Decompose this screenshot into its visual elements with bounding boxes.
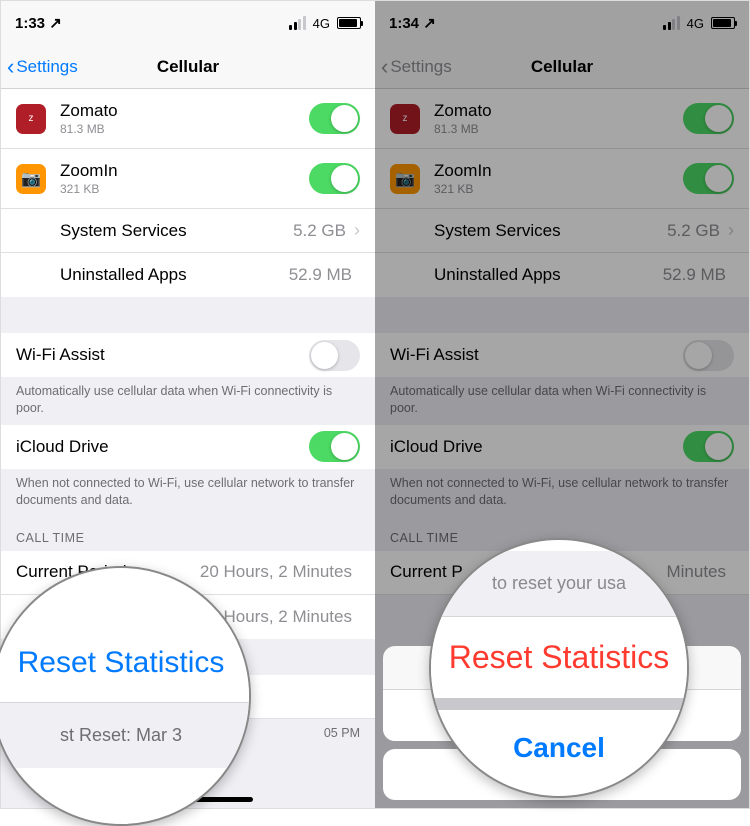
app-icon-zomato: z [390, 104, 420, 134]
nav-bar: ‹ Settings Cellular [1, 45, 375, 89]
row-uninstalled-apps: Uninstalled Apps 52.9 MB [375, 253, 749, 297]
app-row-zoomin[interactable]: 📷 ZoomIn 321 KB [1, 149, 375, 209]
status-right: 4G [663, 16, 735, 31]
row-label: Wi-Fi Assist [16, 345, 309, 365]
back-label: Settings [390, 57, 451, 77]
row-value: 5.2 GB [667, 221, 720, 241]
status-time: 1:33 ↗ [15, 14, 62, 32]
toggle-wifi-assist [683, 340, 734, 371]
app-row-zoomin: 📷 ZoomIn 321 KB [375, 149, 749, 209]
app-name: ZoomIn [60, 161, 309, 181]
row-value: 52.9 MB [663, 265, 726, 285]
back-button: ‹ Settings [381, 54, 452, 80]
app-name: Zomato [60, 101, 309, 121]
app-name: Zomato [434, 101, 683, 121]
mag-reset-label: Reset Statistics [0, 624, 249, 703]
row-label: System Services [434, 221, 667, 241]
row-system-services[interactable]: System Services 5.2 GB › [1, 209, 375, 253]
network-label: 4G [687, 16, 704, 31]
toggle-zoomin [683, 163, 734, 194]
nav-bar: ‹ Settings Cellular [375, 45, 749, 89]
chevron-right-icon: › [728, 220, 734, 241]
toggle-icloud-drive [683, 431, 734, 462]
chevron-right-icon: › [354, 220, 360, 241]
row-wifi-assist[interactable]: Wi-Fi Assist [1, 333, 375, 377]
row-value: 20 Hours, 2 Minutes [200, 562, 352, 582]
toggle-icloud-drive[interactable] [309, 431, 360, 462]
footer-wifi-assist: Automatically use cellular data when Wi-… [1, 377, 375, 425]
back-button[interactable]: ‹ Settings [7, 54, 78, 80]
app-size: 321 KB [60, 182, 309, 196]
row-label: iCloud Drive [390, 437, 683, 457]
row-label: Wi-Fi Assist [390, 345, 683, 365]
app-icon-zomato: z [16, 104, 46, 134]
row-system-services: System Services 5.2 GB › [375, 209, 749, 253]
row-label: System Services [60, 221, 293, 241]
row-uninstalled-apps: Uninstalled Apps 52.9 MB [1, 253, 375, 297]
mag-last-reset: st Reset: Mar 3 [0, 703, 249, 768]
mag-sheet-reset: Reset Statistics [431, 617, 687, 698]
app-row-zomato[interactable]: z Zomato 81.3 MB [1, 89, 375, 149]
status-right: 4G [289, 16, 361, 31]
footer-wifi-assist: Automatically use cellular data when Wi-… [375, 377, 749, 425]
magnifier-left: Reset Statistics st Reset: Mar 3 [0, 566, 251, 826]
toggle-zomato[interactable] [309, 103, 360, 134]
footer-icloud: When not connected to Wi-Fi, use cellula… [375, 469, 749, 517]
row-label: Uninstalled Apps [434, 265, 663, 285]
status-bar: 1:33 ↗ 4G [1, 1, 375, 45]
network-label: 4G [313, 16, 330, 31]
row-icloud-drive[interactable]: iCloud Drive [1, 425, 375, 469]
row-wifi-assist: Wi-Fi Assist [375, 333, 749, 377]
status-time: 1:34 ↗ [389, 14, 436, 32]
footer-icloud: When not connected to Wi-Fi, use cellula… [1, 469, 375, 517]
signal-icon [663, 16, 680, 30]
app-size: 321 KB [434, 182, 683, 196]
row-label: iCloud Drive [16, 437, 309, 457]
chevron-left-icon: ‹ [7, 54, 14, 80]
settings-list: z Zomato 81.3 MB 📷 ZoomIn 321 KB System … [375, 89, 749, 595]
battery-icon [711, 17, 735, 29]
app-icon-zoomin: 📷 [390, 164, 420, 194]
row-value: 5.2 GB [293, 221, 346, 241]
row-value: Minutes [666, 562, 726, 582]
row-label: Current P [390, 562, 463, 582]
app-row-zomato: z Zomato 81.3 MB [375, 89, 749, 149]
toggle-wifi-assist[interactable] [309, 340, 360, 371]
app-icon-zoomin: 📷 [16, 164, 46, 194]
app-size: 81.3 MB [434, 122, 683, 136]
magnifier-right: to reset your usa Reset Statistics Cance… [429, 538, 689, 798]
row-icloud-drive: iCloud Drive [375, 425, 749, 469]
battery-icon [337, 17, 361, 29]
toggle-zomato [683, 103, 734, 134]
row-value: 52.9 MB [289, 265, 352, 285]
row-label: Uninstalled Apps [60, 265, 289, 285]
section-header-call-time: CALL TIME [1, 517, 375, 551]
status-bar: 1:34 ↗ 4G [375, 1, 749, 45]
chevron-left-icon: ‹ [381, 54, 388, 80]
tutorial-composite: 1:33 ↗ 4G ‹ Settings Cellular z Zomato 8… [0, 0, 750, 809]
app-name: ZoomIn [434, 161, 683, 181]
toggle-zoomin[interactable] [309, 163, 360, 194]
signal-icon [289, 16, 306, 30]
back-label: Settings [16, 57, 77, 77]
app-size: 81.3 MB [60, 122, 309, 136]
